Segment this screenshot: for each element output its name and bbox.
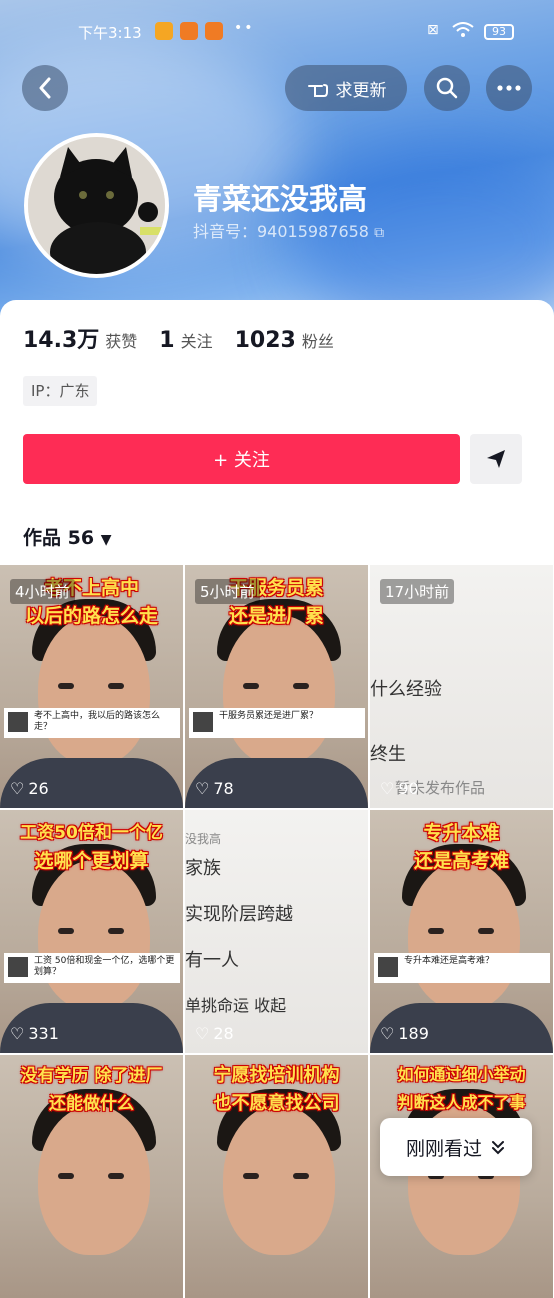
status-bar: 下午3:13 •• ⊠ 93 [0,0,554,64]
video-text-line: 家族 [185,858,221,879]
app-notification-icon [180,22,198,40]
avatar[interactable] [24,133,169,278]
cat-avatar-image [28,137,165,274]
video-thumbnail[interactable]: 宁愿找培训机构 也不愿意找公司 [185,1055,368,1298]
like-count: 90 [398,779,419,798]
video-caption-line2: 判断这人成不了事 [397,1093,526,1112]
back-button[interactable] [22,65,68,111]
likes-label: 获赞 [105,332,138,351]
video-text-line: 什么经验 [370,679,442,700]
question-card: 干服务员累还是进厂累？ [189,708,365,738]
battery-icon: 93 [484,24,514,40]
app-notification-icon [155,22,173,40]
video-likes: ♡ 90 [380,779,419,798]
question-card: 考不上高中，我以后的路该怎么走？ [4,708,180,738]
question-text: 专升本难还是高考难？ [404,956,495,966]
question-card: 工资 50倍和现金一个亿，选哪个更划算？ [4,953,180,983]
heart-icon: ♡ [10,1024,25,1043]
video-caption-line2: 还能做什么 [49,1094,134,1114]
time-badge: 4小时前 [10,579,75,604]
video-likes: ♡ 26 [10,779,49,798]
video-caption-line1: 如何通过细小举动 [397,1065,526,1084]
chevron-left-icon [39,77,51,99]
video-thumbnail[interactable]: 如何通过细小举动 判断这人成不了事 [370,1055,553,1298]
follow-button[interactable]: + 关注 [23,434,460,484]
send-arrow-icon [487,450,505,468]
app-notification-icon [205,22,223,40]
video-caption-line1: 没有学历 除了进厂 [20,1066,163,1086]
followers-count[interactable]: 1023 [235,328,296,353]
video-likes: ♡ 78 [195,779,234,798]
video-thumbnail[interactable]: 考不上高中 以后的路怎么走 考不上高中，我以后的路该怎么走？ 4小时前 ♡ 26 [0,565,183,808]
like-count: 28 [213,1024,234,1043]
copy-icon[interactable]: ⧉ [374,225,384,241]
video-caption-line2: 还是高考难 [413,850,509,872]
video-thumbnail[interactable]: 没有学历 除了进厂 还能做什么 [0,1055,183,1298]
time-badge: 17小时前 [380,579,455,604]
heart-icon: ♡ [195,779,210,798]
video-text-line: 有一人 [185,950,239,971]
video-text-line: 终生 [370,744,406,765]
video-thumbnail[interactable]: 专升本难 还是高考难 专升本难还是高考难？ ♡ 189 [370,810,553,1053]
more-notifications-icon: •• [234,20,255,36]
like-count: 331 [28,1024,59,1043]
sim-icon: ⊠ [427,22,439,38]
search-icon [436,77,458,99]
video-text-line: 实现阶层跨越 [185,904,293,925]
douyin-id-text: 抖音号：94015987658 [193,222,369,241]
question-text: 考不上高中，我以后的路该怎么走？ [34,711,161,732]
search-button[interactable] [424,65,470,111]
question-text: 工资 50倍和现金一个亿，选哪个更划算？ [34,956,175,977]
caret-down-icon: ▼ [100,532,112,548]
douyin-id[interactable]: 抖音号：94015987658 ⧉ [193,218,384,242]
question-card: 专升本难还是高考难？ [374,953,550,983]
video-thumbnail[interactable]: 什么经验 终生 暂未发布作品 17小时前 ♡ 90 [370,565,553,808]
profile-stats: 14.3万 获赞 1 关注 1023 粉丝 [23,322,356,354]
video-thumbnail[interactable]: 干服务员累 还是进厂累 干服务员累还是进厂累？ 5小时前 ♡ 78 [185,565,368,808]
video-caption-line2: 还是进厂累 [228,605,324,627]
share-button[interactable] [470,434,522,484]
more-button[interactable] [486,65,532,111]
heart-icon: ♡ [380,1024,395,1043]
video-caption-line2: 选哪个更划算 [34,850,149,872]
video-caption-line1: 工资50倍和一个亿 [20,823,163,843]
more-dots-icon [497,85,521,91]
likes-count: 14.3万 [23,328,100,353]
video-caption-line1: 专升本难 [423,822,500,844]
video-likes: ♡ 189 [380,1024,429,1043]
video-caption-line2: 也不愿意找公司 [213,1093,340,1114]
video-caption-line1: 宁愿找培训机构 [213,1065,340,1086]
works-tab[interactable]: 作品 56 ▼ [23,523,111,550]
video-likes: ♡ 331 [10,1024,59,1043]
request-update-label: 求更新 [335,80,387,101]
like-count: 78 [213,779,234,798]
following-count[interactable]: 1 [159,328,174,353]
video-thumbnail[interactable]: 没我高 家族 实现阶层跨越 有一人 单挑命运 收起 ♡ 28 [185,810,368,1053]
request-update-button[interactable]: 求更新 [285,65,407,111]
status-time: 下午3:13 [78,24,142,42]
heart-icon: ♡ [10,779,25,798]
time-badge: 5小时前 [195,579,260,604]
ip-location-badge: IP：广东 [23,376,98,406]
recently-viewed-button[interactable]: 刚刚看过 [380,1118,532,1176]
pointing-hand-icon [307,84,328,97]
following-label[interactable]: 关注 [181,328,213,352]
works-tab-label: 作品 56 [23,527,95,549]
video-text-line: 单挑命运 收起 [185,996,287,1015]
like-count: 189 [398,1024,429,1043]
heart-icon: ♡ [195,1024,210,1043]
profile-name: 青菜还没我高 [193,182,368,216]
like-count: 26 [28,779,49,798]
video-thumbnail[interactable]: 工资50倍和一个亿 选哪个更划算 工资 50倍和现金一个亿，选哪个更划算？ ♡ 3… [0,810,183,1053]
question-text: 干服务员累还是进厂累？ [219,711,319,721]
followers-label[interactable]: 粉丝 [302,328,334,352]
video-likes: ♡ 28 [195,1024,234,1043]
recently-viewed-label: 刚刚看过 [405,1137,482,1160]
video-text-line: 没我高 [185,832,222,846]
heart-icon: ♡ [380,779,395,798]
video-caption-line2: 以后的路怎么走 [24,605,158,627]
double-chevron-down-icon [492,1141,504,1155]
wifi-icon [452,22,474,42]
